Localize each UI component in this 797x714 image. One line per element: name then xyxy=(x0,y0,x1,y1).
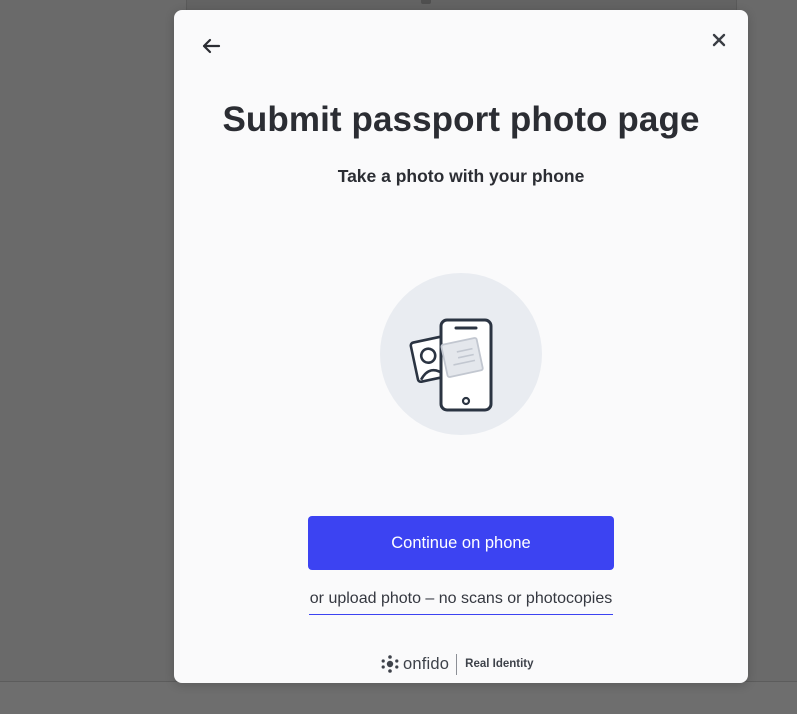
brand-name: onfido xyxy=(403,654,450,673)
upload-photo-link[interactable]: or upload photo – no scans or photocopie… xyxy=(309,590,613,615)
arrow-left-icon xyxy=(202,38,221,54)
background-page-footer xyxy=(0,681,797,714)
phone-with-id-card-icon xyxy=(380,273,542,435)
back-button[interactable] xyxy=(198,34,224,58)
brand-tagline: Real Identity xyxy=(465,658,534,670)
background-page-tab xyxy=(421,0,431,4)
document-capture-modal: Submit passport photo page Take a photo … xyxy=(174,10,748,683)
footer-divider xyxy=(456,653,458,675)
close-icon xyxy=(712,33,726,47)
page-subtitle: Take a photo with your phone xyxy=(337,166,585,186)
close-button[interactable] xyxy=(707,28,731,52)
continue-on-phone-button[interactable]: Continue on phone xyxy=(308,516,614,570)
page-title: Submit passport photo page xyxy=(222,100,700,139)
footer-branding: onfido Real Identity xyxy=(381,653,541,675)
onfido-logo-icon xyxy=(381,655,399,673)
